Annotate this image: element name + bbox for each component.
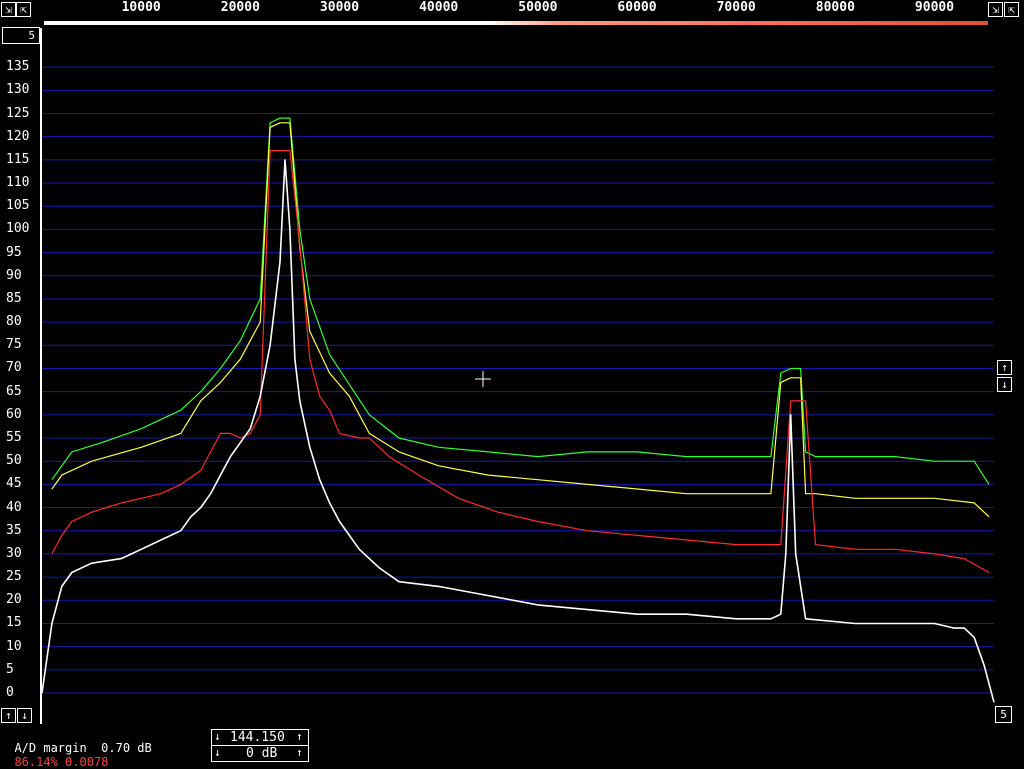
signal-level-bar <box>44 21 988 25</box>
frequency-up-button[interactable]: ↑ <box>296 730 303 743</box>
y-tick-label: 130 <box>6 82 30 98</box>
level-up-button[interactable]: ↑ <box>296 746 303 759</box>
y-tick-label: 15 <box>6 615 22 631</box>
plot-area <box>42 28 998 724</box>
scale-down-button[interactable]: ↓ <box>997 377 1012 392</box>
offset-down-button[interactable]: ↓ <box>17 708 32 723</box>
y-tick-label: 100 <box>6 221 30 237</box>
top-tick-label: 40000 <box>419 0 459 15</box>
level-stepper[interactable]: ↓ 0 dB ↑ <box>211 745 309 762</box>
y-tick-label: 30 <box>6 545 22 561</box>
scroll-left-fast-button[interactable]: ⇲ <box>1 2 16 17</box>
level-down-button[interactable]: ↓ <box>214 746 221 759</box>
y-tick-label: 35 <box>6 522 22 538</box>
frequency-value[interactable]: 144.150 <box>230 730 285 745</box>
y-tick-label: 70 <box>6 360 22 376</box>
top-tick-label: 50000 <box>518 0 558 15</box>
top-scale: ⇲ ⇱ ⇲ ⇱ 10000 20000 30000 40000 50000 60000 70… <box>0 0 1024 28</box>
y-tick-label: 75 <box>6 337 22 353</box>
scale-up-button[interactable]: ↑ <box>997 360 1012 375</box>
top-tick-label: 90000 <box>914 0 955 15</box>
scroll-right-fast-button[interactable]: ⇱ <box>1004 2 1019 17</box>
y-tick-label: 125 <box>6 105 30 121</box>
y-tick-label: 110 <box>6 175 30 191</box>
y-tick-label: 40 <box>6 499 22 515</box>
y-tick-label: 120 <box>6 128 30 144</box>
bottom-right-box[interactable]: 5 <box>995 706 1012 723</box>
top-tick-label: 10000 <box>121 0 161 15</box>
level-value[interactable]: 0 dB <box>246 746 277 761</box>
y-tick-label: 105 <box>6 198 30 214</box>
left-frame <box>40 28 42 724</box>
y-tick-label: 60 <box>6 406 22 422</box>
y-tick-label: 55 <box>6 430 22 446</box>
load-percent: 86.14% <box>14 755 58 769</box>
spectrum-chart[interactable] <box>0 28 1024 724</box>
y-tick-label: 85 <box>6 290 22 306</box>
y-tick-label: 135 <box>6 59 30 75</box>
y-tick-label: 80 <box>6 314 22 330</box>
top-tick-label: 20000 <box>220 0 260 15</box>
top-tick-label: 80000 <box>815 0 855 15</box>
y-tick-label: 50 <box>6 453 22 469</box>
scroll-left-button[interactable]: ⇱ <box>16 2 31 17</box>
y-tick-label: 10 <box>6 638 22 654</box>
top-tick-label: 30000 <box>319 0 360 15</box>
frequency-control: ↓ 144.150 ↑ ↓ 0 dB ↑ <box>211 729 309 763</box>
y-tick-label: 25 <box>6 569 22 585</box>
top-tick-label: 70000 <box>716 0 756 15</box>
y-tick-label: 65 <box>6 383 22 399</box>
y-tick-label: 90 <box>6 267 22 283</box>
y-tick-label: 0 <box>6 685 14 700</box>
frequency-stepper[interactable]: ↓ 144.150 ↑ <box>211 729 309 746</box>
y-tick-label: 20 <box>6 592 22 608</box>
y-tick-label: 95 <box>6 244 22 260</box>
offset-up-button[interactable]: ↑ <box>1 708 16 723</box>
y-tick-label: 45 <box>6 476 22 492</box>
y-tick-label: 115 <box>6 151 30 167</box>
ad-margin-value: 0.70 dB <box>101 741 152 755</box>
y-tick-label: 5 <box>6 661 14 677</box>
scroll-right-button[interactable]: ⇲ <box>988 2 1003 17</box>
top-tick-label: 60000 <box>617 0 657 15</box>
load-ratio: 0.0078 <box>65 755 109 769</box>
load-status: 86.14% 0.0078 <box>0 741 108 769</box>
frequency-down-button[interactable]: ↓ <box>214 730 221 743</box>
